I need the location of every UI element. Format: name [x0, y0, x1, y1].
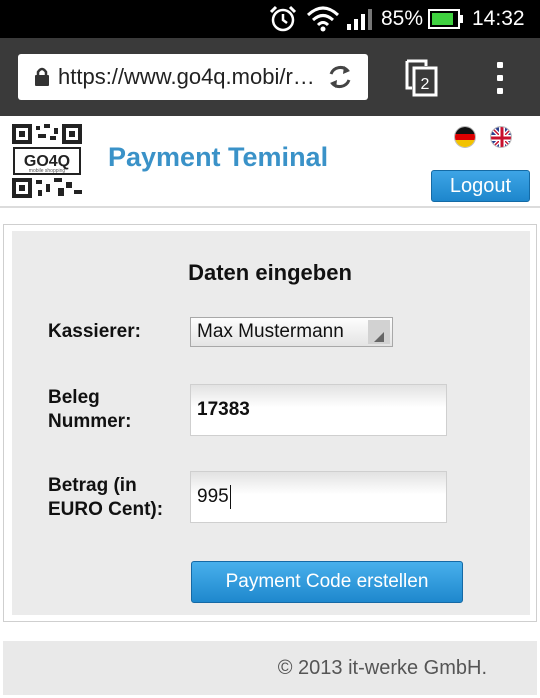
page-title: Payment Teminal	[108, 142, 329, 172]
amount-input[interactable]: 995	[190, 471, 447, 523]
receipt-number-value: 17383	[197, 399, 250, 420]
german-flag-icon[interactable]	[454, 126, 476, 148]
receipt-label-line2: Nummer:	[48, 411, 132, 432]
amount-label-line1: Betrag (in	[48, 475, 137, 496]
url-text[interactable]: https://www.go4q.mobi/r…	[58, 64, 320, 90]
amount-label-line2: EURO Cent):	[48, 499, 164, 520]
lock-icon	[32, 65, 52, 89]
receipt-number-label: Beleg Nummer:	[48, 386, 131, 434]
page-footer: © 2013 it-werke GmbH.	[3, 641, 537, 695]
dropdown-arrow-icon	[368, 320, 390, 344]
battery-icon	[428, 0, 464, 38]
go4q-logo[interactable]: GO4Q mobile shopping	[12, 124, 82, 198]
create-payment-code-button[interactable]: Payment Code erstellen	[191, 561, 463, 603]
cashier-selected-value: Max Mustermann	[197, 321, 344, 342]
logout-button[interactable]: Logout	[431, 170, 530, 202]
amount-label: Betrag (in EURO Cent):	[48, 474, 163, 522]
amount-value: 995	[197, 486, 229, 507]
signal-icon	[346, 0, 376, 38]
clock: 14:32	[472, 7, 525, 30]
browser-toolbar: https://www.go4q.mobi/r… 2	[0, 38, 540, 116]
form-title: Daten eingeben	[188, 260, 352, 285]
receipt-label-line1: Beleg	[48, 387, 100, 408]
reload-icon[interactable]	[324, 61, 356, 93]
logo-subtext: mobile shopping	[29, 168, 66, 174]
alarm-icon	[268, 0, 298, 38]
uk-flag-icon[interactable]	[490, 126, 512, 148]
overflow-menu-icon[interactable]	[490, 58, 510, 98]
tabs-icon[interactable]: 2	[404, 58, 440, 98]
receipt-number-input[interactable]: 17383	[190, 384, 447, 436]
wifi-icon	[306, 0, 340, 38]
tab-count: 2	[421, 76, 430, 93]
text-caret	[229, 485, 231, 509]
cashier-select[interactable]: Max Mustermann	[190, 317, 393, 347]
battery-percent: 85%	[381, 7, 424, 30]
address-bar[interactable]: https://www.go4q.mobi/r…	[18, 54, 368, 100]
cashier-label: Kassierer:	[48, 321, 141, 342]
status-bar: 85% 14:32	[0, 0, 540, 38]
copyright-text: © 2013 it-werke GmbH.	[277, 657, 487, 679]
page-header: GO4Q mobile shopping Payment Teminal Log…	[0, 116, 540, 208]
